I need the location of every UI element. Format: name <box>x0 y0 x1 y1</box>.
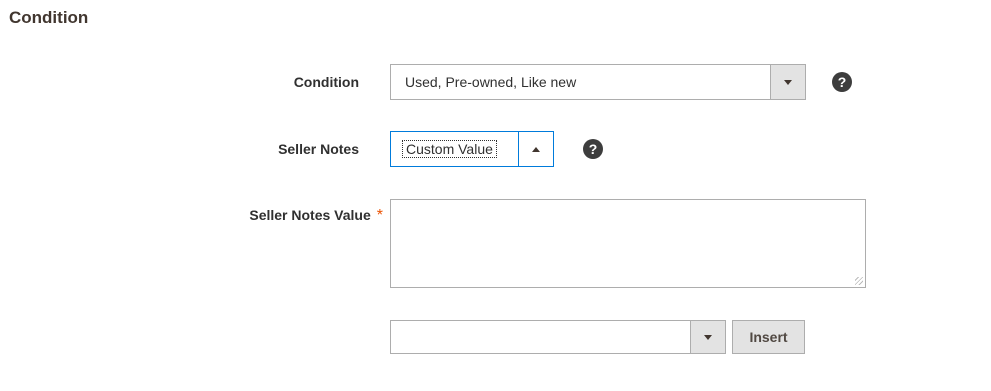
question-mark-icon: ? <box>588 141 598 157</box>
required-asterisk: * <box>376 207 383 224</box>
seller-notes-selected-option: Custom Value <box>402 140 497 158</box>
question-mark-icon: ? <box>837 74 847 90</box>
section-title: Condition <box>9 8 89 27</box>
chevron-down-icon <box>704 334 712 340</box>
condition-select-arrow[interactable] <box>770 65 805 99</box>
condition-label-text: Condition <box>293 74 359 90</box>
seller-notes-label: Seller Notes <box>109 141 359 157</box>
seller-notes-label-text: Seller Notes <box>278 141 359 157</box>
chevron-down-icon <box>784 79 792 85</box>
chevron-up-icon <box>532 146 540 152</box>
attribute-select[interactable] <box>390 320 726 354</box>
condition-help-icon[interactable]: ? <box>832 72 852 92</box>
seller-notes-value-label-text: Seller Notes Value <box>249 207 371 223</box>
seller-notes-value-textarea[interactable] <box>390 199 866 288</box>
condition-label: Condition <box>109 74 359 90</box>
seller-notes-select-value: Custom Value <box>391 140 518 158</box>
condition-select-value: Used, Pre-owned, Like new <box>405 74 577 90</box>
seller-notes-value-label: Seller Notes Value * <box>109 207 383 225</box>
seller-notes-select-arrow[interactable] <box>518 132 553 166</box>
resize-handle-icon[interactable] <box>855 277 863 285</box>
seller-notes-help-icon[interactable]: ? <box>583 139 603 159</box>
attribute-select-arrow[interactable] <box>690 321 725 353</box>
condition-select[interactable]: Used, Pre-owned, Like new <box>390 64 806 100</box>
insert-button[interactable]: Insert <box>732 320 805 354</box>
seller-notes-select[interactable]: Custom Value <box>390 131 554 167</box>
